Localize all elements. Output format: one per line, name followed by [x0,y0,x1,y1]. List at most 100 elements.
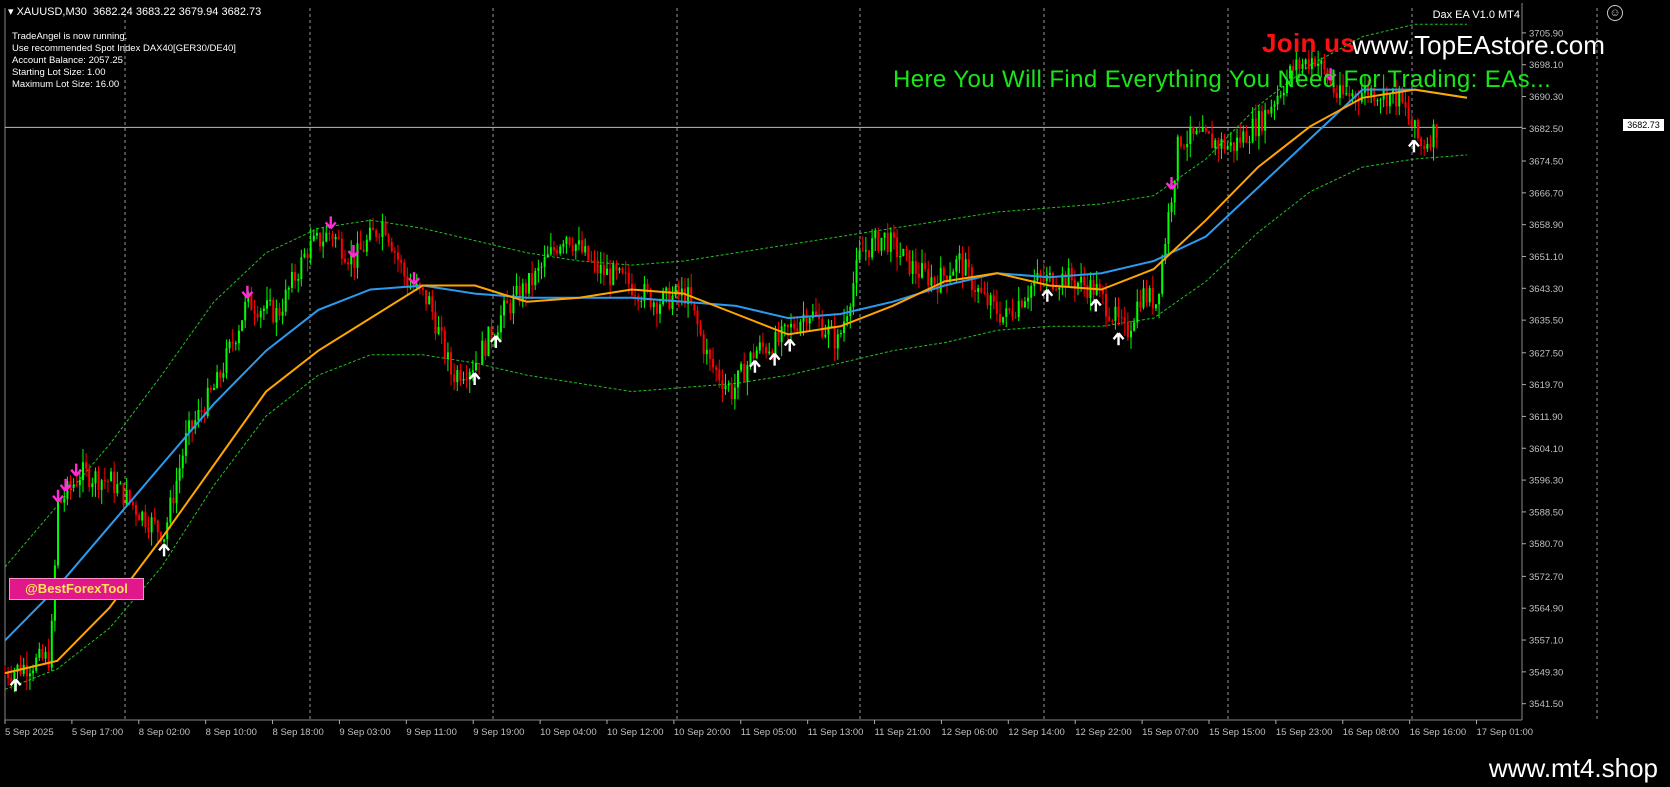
candle-body [821,318,824,337]
candle-body [565,237,568,244]
candle-body [808,317,811,324]
candle-body [1376,100,1379,102]
ma-orange [4,88,1468,675]
ma-blue [4,88,1468,642]
candle-body [886,232,889,252]
time-label: 12 Sep 14:00 [1008,727,1065,738]
candle-body [1114,306,1117,321]
candle-body [577,240,580,245]
candle-body [955,259,958,272]
candle-body [1279,95,1282,97]
candle-body [272,300,275,323]
candle-body [306,253,309,259]
candle-body [303,253,306,258]
price-label: 3588.50 [1529,507,1563,518]
price-label: 3627.50 [1529,348,1563,359]
candle-body [540,266,543,268]
candle-body [640,300,643,302]
candle-body [715,367,718,370]
candle-body [216,372,219,389]
candle-body [911,261,914,275]
candle-body [484,340,487,357]
candle-body [340,238,343,259]
candle-body [1048,272,1051,275]
candle-body [1111,320,1114,322]
candle-body [596,260,599,274]
candle-body [1083,276,1086,286]
candle-body [1264,110,1267,131]
candle-body [1267,110,1270,114]
candle-body [384,221,387,236]
candle-body [446,352,449,359]
time-label: 8 Sep 02:00 [139,727,190,738]
candle-body [1151,287,1154,309]
candle-body [599,264,602,274]
candle-body [97,471,100,491]
buy-arrow-icon [783,338,796,352]
candle-body [1070,267,1073,281]
candle-body [998,314,1001,323]
candle-body [1011,310,1014,317]
candle-body [1067,267,1070,287]
candle-body [1432,124,1435,148]
candle-body [425,289,428,305]
candle-body [1108,316,1111,321]
upper-band [4,23,1467,568]
candle-body [506,300,509,304]
candle-body [880,237,883,251]
candle-body [197,410,200,421]
ea-smiley-icon[interactable]: ☺ [1607,5,1623,21]
chart-window[interactable]: 3705.90 3698.10 3690.30 3682.50 3674.50 3666.… [0,0,1670,748]
candle-body [930,277,933,286]
footer-site[interactable]: www.mt4.shop [1489,753,1658,784]
candle-body [917,273,920,278]
candle-body [222,373,225,378]
candle-body [1204,127,1207,132]
candle-body [524,283,527,294]
candle-body [212,388,215,390]
candle-body [25,664,28,677]
candle-body [655,302,658,314]
time-label: 15 Sep 15:00 [1209,727,1266,738]
candle-body [440,327,443,331]
candle-body [861,250,864,252]
candle-body [1220,138,1223,149]
candle-body [375,230,378,237]
candle-body [549,247,552,255]
candle-body [1020,300,1023,308]
candle-body [552,247,555,251]
candle-body [615,264,618,271]
candle-body [793,323,796,329]
candle-body [315,232,318,236]
candle-body [175,480,178,504]
candle-body [1276,95,1279,105]
candle-body [889,232,892,252]
candle-body [113,471,116,494]
candle-body [634,295,637,297]
ea-name-label: Dax EA V1.0 MT4 [1432,9,1520,21]
candle-body [362,249,365,252]
candle-body [765,346,768,354]
candle-body [253,310,256,314]
candle-body [228,341,231,349]
candle-body [874,231,877,239]
candle-body [1092,280,1095,295]
buy-arrow-icon [768,352,781,366]
candle-body [1226,145,1229,150]
candle-body [281,311,284,316]
candle-body [275,307,278,323]
price-chart[interactable]: 3705.903698.103690.303682.503674.503666.… [0,0,1670,748]
candle-body [225,348,228,374]
time-label: 11 Sep 13:00 [808,727,864,738]
candle-body [1201,127,1204,132]
dropdown-icon[interactable]: ▾ [8,6,14,18]
candle-body [905,249,908,251]
candle-body [365,239,368,252]
candle-body [1123,317,1126,322]
candle-body [1407,107,1410,120]
candle-body [131,501,134,506]
candle-body [450,352,453,375]
candle-body [877,231,880,251]
candle-body [7,673,10,679]
candle-body [1030,285,1033,298]
